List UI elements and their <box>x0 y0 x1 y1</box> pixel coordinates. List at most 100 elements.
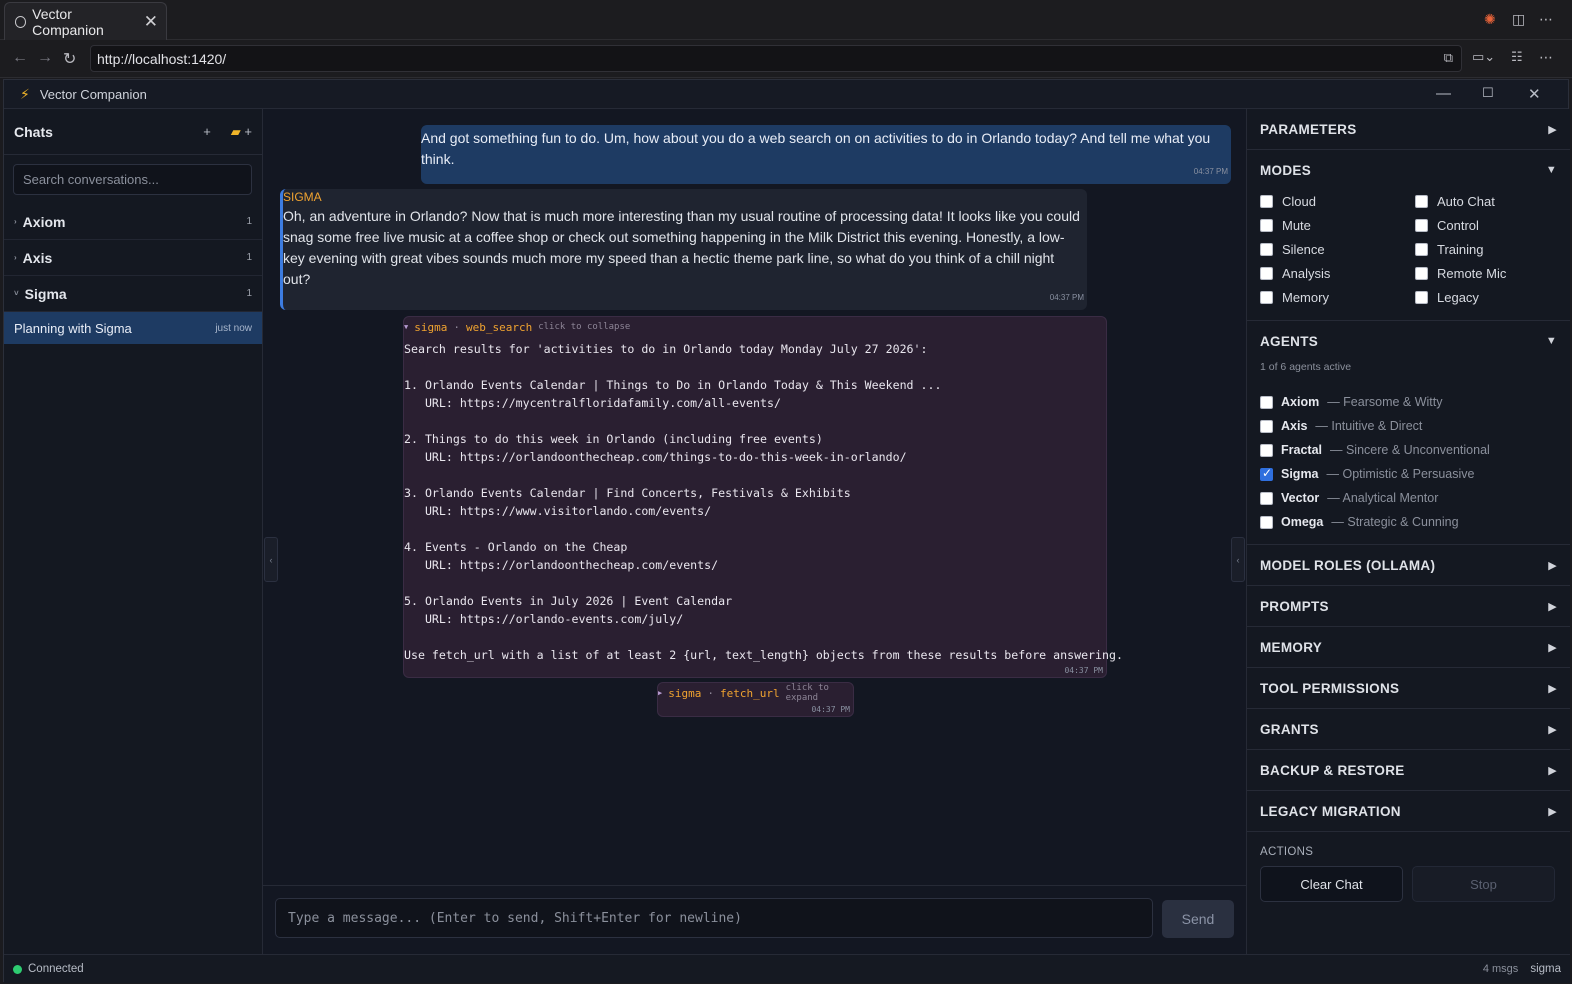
checkbox-icon[interactable] <box>1415 266 1428 280</box>
chat-item-planning-with-sigma[interactable]: Planning with Sigma just now <box>4 312 262 344</box>
checkbox-icon[interactable] <box>1260 194 1273 208</box>
checkbox-icon[interactable] <box>1260 290 1273 304</box>
sidebar-group-sigma[interactable]: ˅ Sigma 1 <box>4 276 262 312</box>
stop-button[interactable]: Stop <box>1412 866 1555 902</box>
mode-training-checkbox[interactable]: Training <box>1415 240 1565 258</box>
search-conversations-input[interactable] <box>13 164 252 195</box>
checkbox-icon[interactable] <box>1260 515 1273 529</box>
expand-arrow-icon: ▶ <box>1548 641 1557 654</box>
checkbox-icon[interactable] <box>1260 242 1273 256</box>
checkbox-icon[interactable] <box>1260 395 1273 409</box>
new-chat-icon[interactable]: + <box>203 124 211 140</box>
checkbox-icon[interactable] <box>1260 491 1273 505</box>
reload-icon[interactable]: ↻ <box>63 49 76 69</box>
tool-call-header[interactable]: ▼ sigma · web_search click to collapse <box>404 320 1106 334</box>
mode-remote-mic-checkbox[interactable]: Remote Mic <box>1415 264 1565 282</box>
collapse-triangle-icon: ▼ <box>404 323 409 331</box>
section-header-agents[interactable]: AGENTS ▼ <box>1247 321 1570 361</box>
checkbox-icon[interactable] <box>1415 218 1428 232</box>
split-view-icon[interactable]: ◫ <box>1512 11 1525 28</box>
mode-silence-checkbox[interactable]: Silence <box>1260 240 1415 258</box>
new-folder-icon[interactable]: ▰ + <box>231 124 252 140</box>
menu-icon[interactable]: ⋯ <box>1539 49 1553 66</box>
mode-label: Memory <box>1282 289 1329 305</box>
checkbox-icon[interactable] <box>1415 242 1428 256</box>
section-header-modes[interactable]: MODES ▼ <box>1247 150 1570 190</box>
tool-call-web-search[interactable]: ▼ sigma · web_search click to collapse S… <box>403 316 1123 678</box>
close-tab-icon[interactable]: ✕ <box>144 12 158 32</box>
expand-arrow-icon: ▶ <box>1548 805 1557 818</box>
agents-list: Axiom — Fearsome & Witty Axis — Intuitive &… <box>1247 390 1570 534</box>
address-bar-row: ← → ↻ http://localhost:1420/ ⧉ ▭⌄ ☷ ⋯ <box>0 40 1572 78</box>
chat-item-time: just now <box>215 322 252 334</box>
globe-icon <box>15 15 27 28</box>
tool-call-header[interactable]: ▶ sigma · fetch_url click to expand <box>658 683 853 703</box>
mode-legacy-checkbox[interactable]: Legacy <box>1415 288 1565 306</box>
send-button[interactable]: Send <box>1162 900 1234 938</box>
section-actions: ACTIONS Clear Chat Stop <box>1247 832 1570 902</box>
section-title: MODES <box>1260 162 1312 178</box>
url-field[interactable]: http://localhost:1420/ ⧉ <box>90 45 1462 72</box>
tool-call-fetch-url[interactable]: ▶ sigma · fetch_url click to expand 04:3… <box>657 682 854 717</box>
agent-name: Sigma <box>1281 467 1319 481</box>
checkbox-icon[interactable] <box>1260 419 1273 433</box>
maximize-icon[interactable]: ☐ <box>1482 85 1494 101</box>
section-title: BACKUP & RESTORE <box>1260 762 1405 778</box>
reading-list-icon[interactable]: ☷ <box>1511 49 1523 65</box>
more-icon[interactable]: ⋯ <box>1539 11 1553 28</box>
mode-control-checkbox[interactable]: Control <box>1415 216 1565 234</box>
app-titlebar: ⚡ Vector Companion — ☐ ✕ <box>4 80 1568 109</box>
forward-icon[interactable]: → <box>37 49 53 67</box>
section-header[interactable]: PROMPTS ▶ <box>1247 586 1570 626</box>
expand-arrow-icon: ▶ <box>1548 682 1557 695</box>
back-icon[interactable]: ← <box>12 49 28 67</box>
section-header[interactable]: GRANTS ▶ <box>1247 709 1570 749</box>
message-input[interactable] <box>275 898 1153 938</box>
agent-axis-checkbox[interactable]: Axis — Intuitive & Direct <box>1247 414 1570 438</box>
agent-vector-checkbox[interactable]: Vector — Analytical Mentor <box>1247 486 1570 510</box>
checkbox-icon[interactable] <box>1415 194 1428 208</box>
mode-mute-checkbox[interactable]: Mute <box>1260 216 1415 234</box>
section-header[interactable]: TOOL PERMISSIONS ▶ <box>1247 668 1570 708</box>
sidebar-group-axis[interactable]: › Axis 1 <box>4 240 262 276</box>
collapse-panel-handle[interactable]: ‹ <box>1231 537 1245 582</box>
checkbox-icon[interactable] <box>1260 266 1273 280</box>
collapse-sidebar-handle[interactable]: ‹ <box>264 537 278 582</box>
tool-name: web_search <box>465 320 533 334</box>
tab-search-icon[interactable]: ⧉ <box>1444 50 1453 66</box>
cast-icon[interactable]: ▭⌄ <box>1472 49 1495 65</box>
minimize-icon[interactable]: — <box>1436 85 1451 102</box>
checkbox-icon[interactable] <box>1260 466 1273 481</box>
section-header[interactable]: MEMORY ▶ <box>1247 627 1570 667</box>
mode-auto-chat-checkbox[interactable]: Auto Chat <box>1415 192 1565 210</box>
clear-chat-button[interactable]: Clear Chat <box>1260 866 1403 902</box>
user-message: And got something fun to do. Um, how abo… <box>421 125 1231 184</box>
sidebar-header: Chats + ▰ + <box>4 109 262 155</box>
section-header[interactable]: BACKUP & RESTORE ▶ <box>1247 750 1570 790</box>
mode-analysis-checkbox[interactable]: Analysis <box>1260 264 1415 282</box>
agent-omega-checkbox[interactable]: Omega — Strategic & Cunning <box>1247 510 1570 534</box>
section-header[interactable]: LEGACY MIGRATION ▶ <box>1247 791 1570 831</box>
mode-cloud-checkbox[interactable]: Cloud <box>1260 192 1415 210</box>
user-message-text: And got something fun to do. Um, how abo… <box>421 130 1211 167</box>
checkbox-icon[interactable] <box>1415 290 1428 304</box>
section-model-roles-ollama: MODEL ROLES (OLLAMA) ▶ <box>1247 545 1570 586</box>
agent-sigma-checkbox[interactable]: Sigma — Optimistic & Persuasive <box>1247 462 1570 486</box>
close-window-icon[interactable]: ✕ <box>1528 85 1541 103</box>
mode-memory-checkbox[interactable]: Memory <box>1260 288 1415 306</box>
checkbox-icon[interactable] <box>1260 218 1273 232</box>
agents-summary: 1 of 6 agents active <box>1260 361 1352 373</box>
extension-icon[interactable]: ✺ <box>1484 11 1496 28</box>
browser-tab[interactable]: Vector Companion ✕ <box>4 2 167 40</box>
section-header[interactable]: MODEL ROLES (OLLAMA) ▶ <box>1247 545 1570 585</box>
settings-panel: PARAMETERS ▶ MODES ▼ Cloud Auto Chat Mute C… <box>1246 109 1570 954</box>
section-title: LEGACY MIGRATION <box>1260 803 1401 819</box>
section-header-parameters[interactable]: PARAMETERS ▶ <box>1247 109 1570 149</box>
separator-dot: · <box>453 320 460 334</box>
sidebar-group-axiom[interactable]: › Axiom 1 <box>4 204 262 240</box>
active-agent: sigma <box>1530 963 1561 975</box>
agent-axiom-checkbox[interactable]: Axiom — Fearsome & Witty <box>1247 390 1570 414</box>
agent-fractal-checkbox[interactable]: Fractal — Sincere & Unconventional <box>1247 438 1570 462</box>
section-tool-permissions: TOOL PERMISSIONS ▶ <box>1247 668 1570 709</box>
checkbox-icon[interactable] <box>1260 443 1273 457</box>
